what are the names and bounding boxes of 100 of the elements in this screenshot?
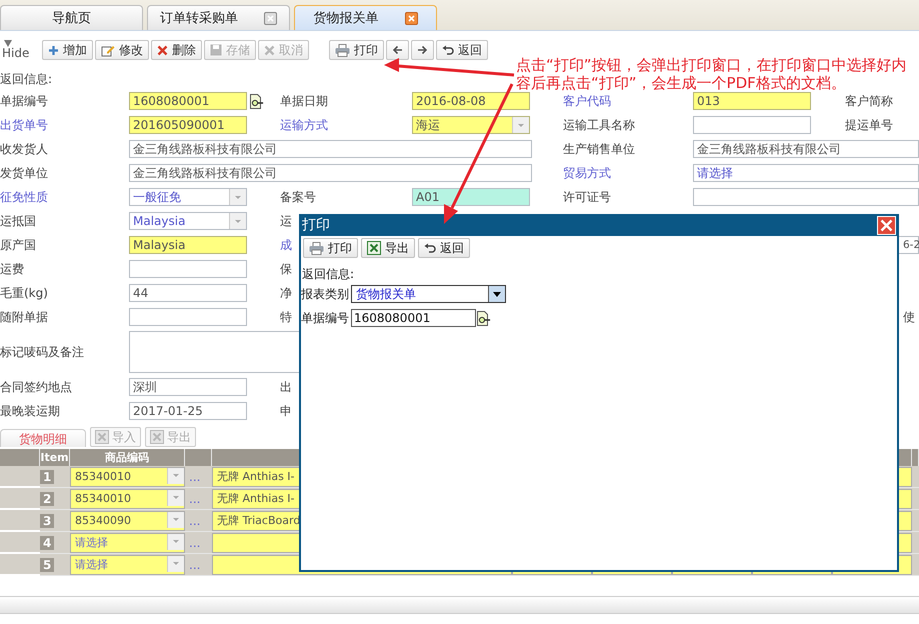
field-label: 标记唛码及备注: [0, 344, 84, 360]
field-label: 运费: [0, 260, 24, 278]
code-dropdown[interactable]: 85340090: [70, 510, 185, 530]
toolbar-button[interactable]: 删除: [151, 40, 202, 60]
field-label-link[interactable]: 运输方式: [280, 116, 328, 134]
code-dropdown[interactable]: 85340010: [70, 466, 185, 486]
input-field[interactable]: 2017-01-25: [129, 402, 247, 420]
dropdown[interactable]: 一般征免: [129, 188, 247, 206]
row-number: 1: [40, 470, 54, 484]
left-arrow-icon: [392, 45, 403, 55]
input-field[interactable]: [129, 260, 247, 278]
dropdown[interactable]: 货物报关单: [351, 285, 506, 303]
toolbar-button[interactable]: 修改: [95, 40, 149, 60]
row-number: 2: [40, 492, 54, 506]
field-label: 报表类别: [301, 286, 350, 302]
field-label: 运输工具名称: [563, 116, 635, 134]
row-header[interactable]: [0, 488, 40, 510]
nav-button[interactable]: [411, 40, 434, 60]
annotation-text: 点击“打印”按钮，会弹出打印窗口，在打印窗口中选择好内容后再点击“打印”，会生成一个PDF格式的文档。: [516, 56, 908, 92]
field-label: 保: [280, 260, 292, 278]
dialog-button[interactable]: 打印: [303, 238, 358, 258]
input-field[interactable]: 44: [129, 284, 247, 302]
field-label: 原产国: [0, 236, 36, 254]
row-number: 5: [40, 558, 54, 572]
tab[interactable]: 货物报关单: [294, 5, 437, 30]
row-header[interactable]: [0, 554, 40, 576]
printer-icon: [309, 242, 324, 254]
toolbar-button[interactable]: 打印: [329, 40, 384, 60]
field-label: 单据编号: [0, 92, 48, 110]
hide-toggle[interactable]: Hide: [2, 40, 40, 60]
horizontal-scrollbar[interactable]: [0, 596, 919, 614]
column-header: Item: [40, 449, 70, 466]
field-label: 运抵国: [0, 212, 36, 230]
toolbar-button[interactable]: 增加: [42, 40, 93, 60]
dialog-title: 打印: [302, 216, 330, 234]
cross-icon: [157, 44, 168, 56]
dialog-button[interactable]: 导出: [361, 238, 415, 258]
return-info-label: 返回信息:: [0, 72, 52, 86]
right-arrow-icon: [417, 45, 428, 55]
field-label-link[interactable]: 客户代码: [563, 92, 611, 110]
input-field[interactable]: 1608080001: [129, 92, 247, 110]
tab[interactable]: 货物明细: [0, 429, 86, 447]
field-label: 提运单号: [845, 116, 893, 134]
input-field[interactable]: A01: [412, 188, 530, 206]
field-label: 收发货人: [0, 140, 48, 158]
tab[interactable]: 导航页: [0, 5, 143, 30]
input-field[interactable]: 金三角线路板科技有限公司: [693, 140, 919, 158]
document-lookup-icon[interactable]: [249, 94, 264, 108]
tab[interactable]: 订单转采购单: [147, 5, 290, 30]
column-header: 商品编码: [70, 449, 185, 466]
code-dropdown[interactable]: 请选择: [70, 532, 185, 552]
row-header[interactable]: [0, 510, 40, 532]
input-field[interactable]: 013: [693, 92, 811, 110]
code-dropdown[interactable]: 85340010: [70, 488, 185, 508]
dropdown[interactable]: 海运: [412, 116, 530, 134]
dialog-button[interactable]: 返回: [418, 238, 470, 258]
close-button[interactable]: [877, 216, 896, 234]
input-field[interactable]: Malaysia: [129, 236, 247, 254]
spreadsheet-icon: [95, 430, 109, 444]
input-field[interactable]: 201605090001: [129, 116, 247, 134]
row-number: 3: [40, 514, 54, 528]
input-field[interactable]: 深圳: [129, 378, 247, 396]
code-dropdown[interactable]: 请选择: [70, 554, 185, 574]
spreadsheet-icon: [150, 430, 164, 444]
input-field[interactable]: 1608080001: [351, 309, 476, 327]
printer-icon: [335, 44, 350, 56]
field-label: 单据编号: [301, 310, 350, 326]
field-label: 特: [280, 308, 292, 326]
input-field[interactable]: [693, 188, 919, 206]
input-field[interactable]: 金三角线路板科技有限公司: [129, 164, 532, 182]
column-header: [0, 449, 40, 466]
close-icon[interactable]: [404, 12, 418, 24]
field-label-link[interactable]: 征免性质: [0, 188, 48, 206]
dropdown[interactable]: Malaysia: [129, 212, 247, 230]
field-label: 最晚装运期: [0, 402, 60, 420]
input-field[interactable]: 金三角线路板科技有限公司: [129, 140, 532, 158]
document-lookup-icon[interactable]: [476, 310, 491, 326]
field-label: 运: [280, 212, 292, 230]
save-icon: [210, 44, 222, 56]
row-number: 4: [40, 536, 54, 550]
field-label: 许可证号: [563, 188, 611, 206]
input-field[interactable]: [129, 308, 247, 326]
cross-icon: [264, 44, 275, 56]
field-label-link[interactable]: 贸易方式: [563, 164, 611, 182]
plus-icon: [48, 44, 59, 56]
nav-button[interactable]: [386, 40, 409, 60]
spreadsheet-icon: [367, 241, 381, 255]
row-header[interactable]: [0, 532, 40, 554]
undo-icon: [442, 45, 454, 55]
field-label-link[interactable]: 成: [280, 236, 292, 254]
field-label: 客户简称: [845, 92, 893, 110]
field-label: 生产销售单位: [563, 140, 635, 158]
field-label: 净: [280, 284, 292, 302]
input-field[interactable]: [693, 116, 811, 134]
toolbar-button[interactable]: 返回: [436, 40, 488, 60]
row-header[interactable]: [0, 466, 40, 488]
input-field[interactable]: 2016-08-08: [412, 92, 530, 110]
field-label-link[interactable]: 出货单号: [0, 116, 48, 134]
dropdown[interactable]: 请选择: [693, 164, 919, 182]
close-icon[interactable]: [264, 12, 277, 24]
